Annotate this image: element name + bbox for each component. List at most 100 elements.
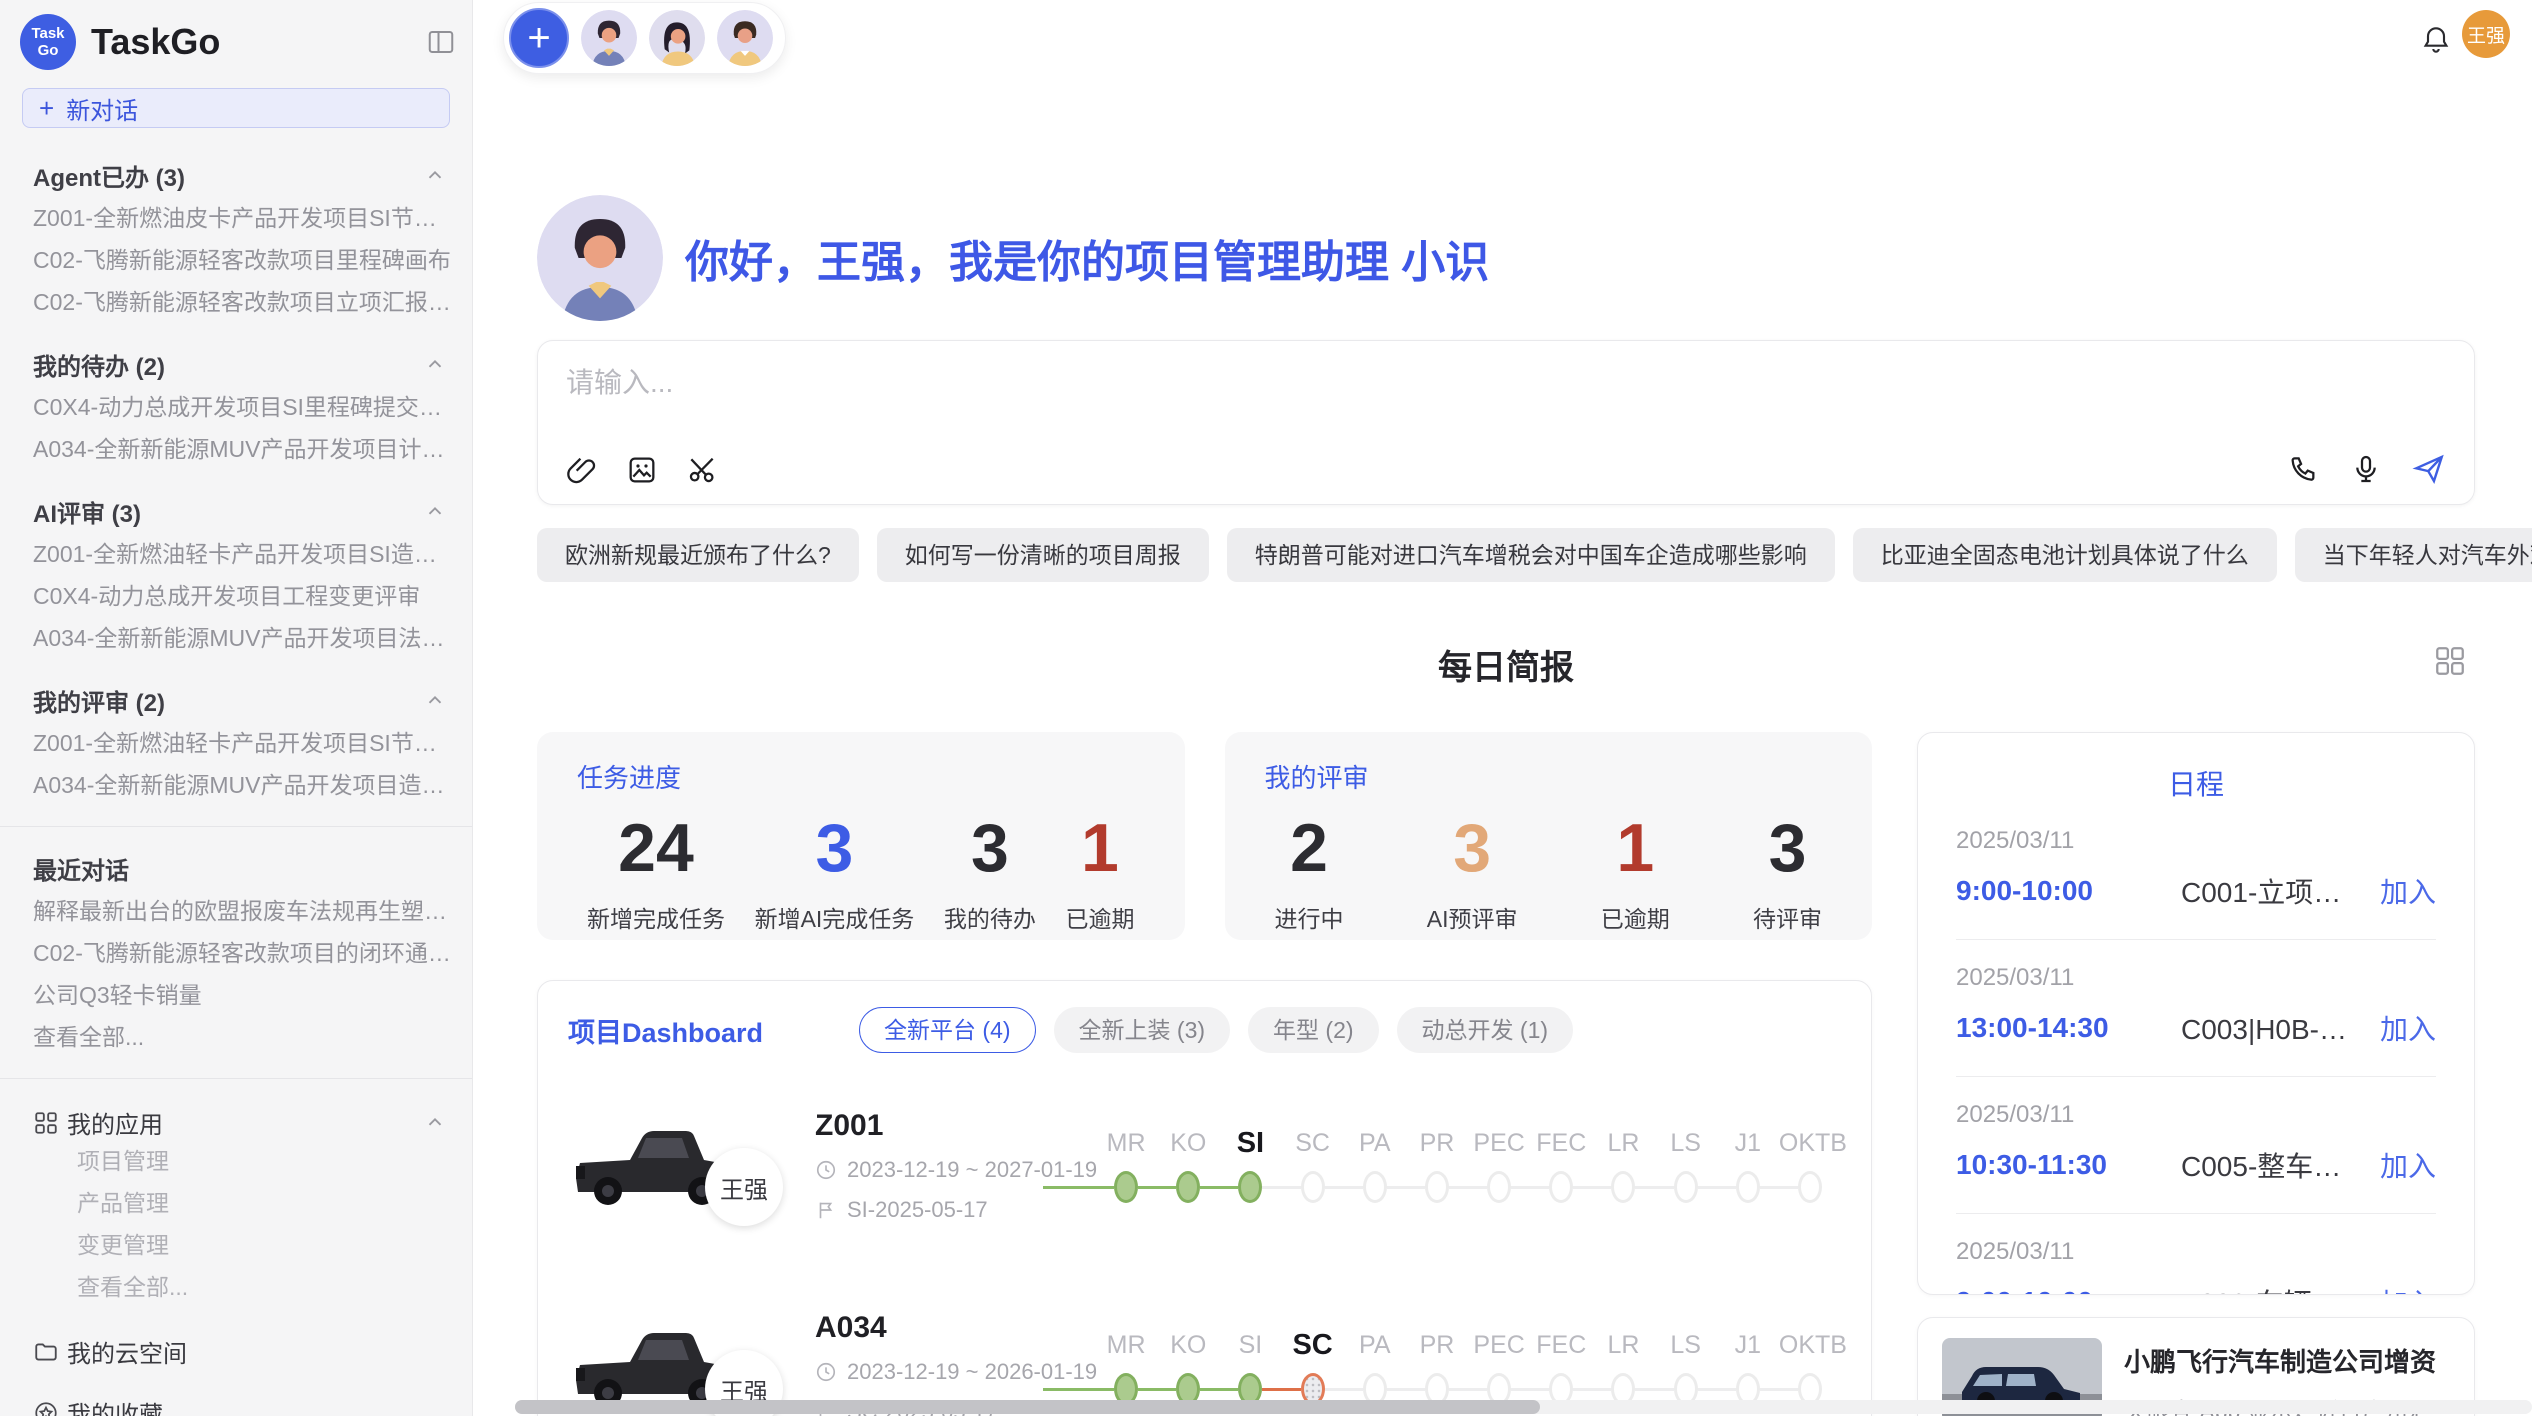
chevron-up-icon[interactable] <box>424 165 446 187</box>
my-apps-sub-item[interactable]: 查看全部... <box>33 1266 452 1308</box>
new-chat-label: 新对话 <box>66 91 138 126</box>
my-apps-sub-item[interactable]: 项目管理 <box>33 1140 452 1182</box>
milestone-dot-row <box>1344 1169 1406 1209</box>
chevron-up-icon[interactable] <box>424 690 446 712</box>
layout-grid-icon[interactable] <box>2433 644 2467 683</box>
sidebar-list-item[interactable]: 公司Q3轻卡销量 <box>33 974 452 1016</box>
my-apps-sub-item[interactable]: 变更管理 <box>33 1224 452 1266</box>
chevron-up-icon[interactable] <box>424 501 446 523</box>
milestone-dot <box>1363 1171 1387 1203</box>
milestone: PR <box>1406 1325 1468 1411</box>
schedule-card: 日程 2025/03/11 9:00-10:00 C001-立项审批会 加入 2… <box>1917 732 2475 1295</box>
greeting-text: 你好，王强，我是你的项目管理助理 小识 <box>685 226 1489 290</box>
agent-avatar-1[interactable] <box>581 10 637 66</box>
project-dates-row: 2023-12-19 ~ 2027-01-19 <box>815 1157 1067 1183</box>
sidebar-list-item[interactable]: C02-飞腾新能源轻客改款项目的闭环通告反馈情况 <box>33 932 452 974</box>
milestone-label: MR <box>1095 1123 1157 1169</box>
sidebar-list-item[interactable]: A034-全新新能源MUV产品开发项目造型可行性评审 <box>33 764 452 806</box>
suggestion-chip[interactable]: 当下年轻人对汽车外观有怎样的喜好趋势 <box>2295 528 2532 582</box>
schedule-item-row: 10:30-11:30 C005-整车工程目标评审 加入 <box>1956 1145 2436 1185</box>
suggestion-chip[interactable]: 比亚迪全固态电池计划具体说了什么 <box>1853 528 2277 582</box>
scrollbar-thumb[interactable] <box>515 1400 1540 1414</box>
phone-icon[interactable] <box>2288 453 2320 485</box>
sidebar-list-item[interactable]: A034-全新新能源MUV产品开发项目法规符合性评审 <box>33 617 452 659</box>
sidebar-list-item[interactable]: C0X4-动力总成开发项目SI里程碑提交物检查 <box>33 386 452 428</box>
recent-chats-title: 最近对话 <box>33 851 129 886</box>
notification-bell-icon[interactable] <box>2420 23 2452 60</box>
chevron-up-icon[interactable] <box>424 354 446 376</box>
new-chat-button[interactable]: + 新对话 <box>22 88 450 128</box>
milestone-label: OKTB <box>1779 1325 1841 1371</box>
user-avatar[interactable]: 王强 <box>2462 10 2510 58</box>
agent-avatar-2[interactable] <box>649 10 705 66</box>
stat-card: 任务进度 24 新增完成任务 3 新增AI完成任务 3 我的待办 1 已逾期 <box>537 732 1185 940</box>
schedule-item: 2025/03/11 13:00-14:30 C003|H0B-方案冻结评审 加… <box>1956 940 2436 1077</box>
schedule-join-link[interactable]: 加入 <box>2380 871 2436 911</box>
suggestion-chip[interactable]: 如何写一份清晰的项目周报 <box>877 528 1209 582</box>
my-apps-list: 项目管理产品管理变更管理查看全部... <box>33 1140 452 1308</box>
milestone-label: LS <box>1655 1123 1717 1169</box>
divider <box>0 826 472 827</box>
dashboard-tab[interactable]: 全新平台 (4) <box>859 1007 1036 1053</box>
schedule-join-link[interactable]: 加入 <box>2380 1282 2436 1295</box>
sidebar-item-cloud-space[interactable]: 我的云空间 <box>33 1334 452 1369</box>
app-logo: Task Go <box>20 14 76 70</box>
sidebar-list-item[interactable]: C02-飞腾新能源轻客改款项目里程碑画布 <box>33 239 452 281</box>
scissors-icon[interactable] <box>686 454 718 486</box>
schedule-join-link[interactable]: 加入 <box>2380 1145 2436 1185</box>
sidebar-item-favorites[interactable]: 我的收藏 <box>33 1395 452 1416</box>
chat-input[interactable] <box>566 367 1728 399</box>
milestone: SI <box>1219 1123 1281 1209</box>
milestone-label: SC <box>1282 1325 1344 1371</box>
paperclip-icon[interactable] <box>566 454 598 486</box>
sidebar-list-item[interactable]: 查看全部... <box>33 1016 452 1058</box>
chevron-up-icon[interactable] <box>424 1112 446 1134</box>
sidebar-item-my-apps[interactable]: 我的应用 <box>33 1105 452 1140</box>
send-icon[interactable] <box>2412 452 2446 486</box>
milestone-label: J1 <box>1717 1325 1779 1371</box>
milestone-chain: MR KO SI SC PA PR <box>1095 1123 1841 1209</box>
sidebar-list-item[interactable]: Z001-全新燃油轻卡产品开发项目SI造型提交物评审 <box>33 533 452 575</box>
schedule-event-name: C001-立项审批会 <box>2181 871 2366 911</box>
milestone-dot-row <box>1468 1169 1530 1209</box>
project-info: Z001 2023-12-19 ~ 2027-01-19 SI-2025-05-… <box>815 1109 1067 1223</box>
milestone: OKTB <box>1779 1325 1841 1411</box>
add-agent-button[interactable]: + <box>509 8 569 68</box>
dashboard-tab[interactable]: 全新上装 (3) <box>1054 1007 1231 1053</box>
dashboard-tab[interactable]: 年型 (2) <box>1248 1007 1379 1053</box>
project-dates: 2023-12-19 ~ 2026-01-19 <box>847 1359 1097 1385</box>
metric-label: 新增完成任务 <box>587 900 725 934</box>
sidebar-list-item[interactable]: 解释最新出台的欧盟报废车法规再生塑料比例被调至15%... <box>33 890 452 932</box>
schedule-time: 10:30-11:30 <box>1956 1149 2181 1181</box>
horizontal-scrollbar[interactable] <box>515 1400 2532 1414</box>
metrics-row: 2 进行中 3 AI预评审 1 已逾期 3 待评审 <box>1265 811 1833 934</box>
sidebar-section: AI评审 (3) Z001-全新燃油轻卡产品开发项目SI造型提交物评审C0X4-… <box>33 494 452 659</box>
sidebar-list-item[interactable]: C02-飞腾新能源轻客改款项目立项汇报方案 <box>33 281 452 323</box>
sidebar-list-item[interactable]: Z001-全新燃油轻卡产品开发项目SI节点属性5D文件评审 <box>33 722 452 764</box>
suggestion-chip[interactable]: 特朗普可能对进口汽车增税会对中国车企造成哪些影响 <box>1227 528 1835 582</box>
suggestion-chip[interactable]: 欧洲新规最近颁布了什么? <box>537 528 859 582</box>
main-area: + <box>473 0 2532 1416</box>
greeting-row: 你好，王强，我是你的项目管理助理 小识 <box>537 195 2475 321</box>
plus-icon: + <box>39 93 54 124</box>
agent-avatar-3[interactable] <box>717 10 773 66</box>
milestone: SI <box>1219 1325 1281 1411</box>
dashboard-tab[interactable]: 动总开发 (1) <box>1397 1007 1574 1053</box>
microphone-icon[interactable] <box>2350 453 2382 485</box>
logo-text-bottom: Go <box>38 42 59 59</box>
sidebar-collapse-icon[interactable] <box>426 27 456 57</box>
milestone-chain: MR KO SI SC PA PR <box>1095 1325 1841 1411</box>
chat-input-card <box>537 340 2475 505</box>
milestone-dot-row <box>1095 1169 1157 1209</box>
schedule-date: 2025/03/11 <box>1956 964 2436 992</box>
project-dates: 2023-12-19 ~ 2027-01-19 <box>847 1157 1097 1183</box>
sidebar-list-item[interactable]: C0X4-动力总成开发项目工程变更评审 <box>33 575 452 617</box>
milestone: PA <box>1344 1123 1406 1209</box>
sidebar-list-item[interactable]: A034-全新新能源MUV产品开发项目计划变更表编写 <box>33 428 452 470</box>
sidebar-list-item[interactable]: Z001-全新燃油皮卡产品开发项目SI节点Lesson Learn报告 <box>33 197 452 239</box>
image-icon[interactable] <box>626 454 658 486</box>
my-apps-sub-item[interactable]: 产品管理 <box>33 1182 452 1224</box>
metric-value: 3 <box>1753 811 1822 886</box>
schedule-join-link[interactable]: 加入 <box>2380 1008 2436 1048</box>
milestone: PA <box>1344 1325 1406 1411</box>
